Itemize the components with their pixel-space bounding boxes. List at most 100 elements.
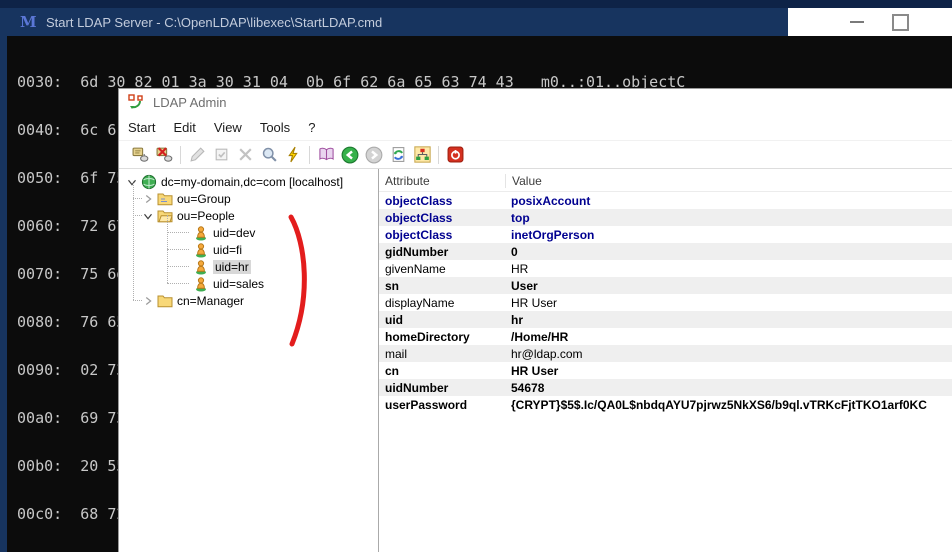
column-header-attribute[interactable]: Attribute: [379, 174, 505, 188]
attribute-cell: gidNumber: [385, 244, 449, 259]
menu-edit[interactable]: Edit: [164, 120, 204, 135]
tree-item-uid-fi[interactable]: uid=fi: [119, 241, 378, 258]
tree-item-label: uid=sales: [213, 276, 265, 291]
globe-icon: [141, 174, 157, 189]
table-row[interactable]: objectClass inetOrgPerson: [379, 226, 952, 243]
value-cell: hr@ldap.com: [511, 346, 583, 361]
attribute-cell: objectClass: [385, 193, 453, 208]
connect-icon[interactable]: [128, 144, 152, 166]
search-icon[interactable]: [257, 144, 281, 166]
chevron-down-icon[interactable]: [125, 175, 139, 189]
value-cell: HR User: [511, 295, 558, 310]
menu-start[interactable]: Start: [119, 120, 164, 135]
chevron-right-icon[interactable]: [141, 192, 155, 206]
toolbar-separator: [438, 145, 439, 164]
console-titlebar[interactable]: M Start LDAP Server - C:\OpenLDAP\libexe…: [0, 8, 952, 36]
tree-item-label: dc=my-domain,dc=com [localhost]: [161, 174, 344, 189]
console-title: Start LDAP Server - C:\OpenLDAP\libexec\…: [46, 14, 383, 30]
table-row[interactable]: homeDirectory /Home/HR: [379, 328, 952, 345]
tree-item-people[interactable]: ou=People: [119, 207, 378, 224]
exit-icon[interactable]: [443, 144, 467, 166]
user-icon: [196, 242, 206, 257]
tree-item-label: uid=fi: [213, 242, 243, 257]
user-icon: [196, 259, 206, 274]
go-forward-icon[interactable]: [362, 144, 386, 166]
value-cell: /Home/HR: [511, 329, 569, 344]
console-window-edge: [0, 0, 952, 8]
main-content: dc=my-domain,dc=com [localhost] ou=Group: [119, 169, 952, 552]
tree-connector: [167, 232, 189, 233]
attribute-cell: cn: [385, 363, 400, 378]
value-cell: top: [511, 210, 530, 225]
table-row[interactable]: uid hr: [379, 311, 952, 328]
tree-connector: [133, 198, 142, 199]
table-row[interactable]: gidNumber 0: [379, 243, 952, 260]
ldap-admin-titlebar[interactable]: LDAP Admin: [119, 89, 952, 115]
user-icon: [196, 276, 206, 291]
minimize-button[interactable]: [850, 21, 864, 23]
go-back-icon[interactable]: [338, 144, 362, 166]
openldap-icon: M: [20, 13, 37, 31]
console-window-edge-left: [0, 36, 7, 552]
toolbar-separator: [180, 145, 181, 164]
table-row[interactable]: uidNumber 54678: [379, 379, 952, 396]
table-row[interactable]: userPassword {CRYPT}$5$.Ic/QA0L$nbdqAYU7…: [379, 396, 952, 413]
maximize-button[interactable]: [892, 13, 909, 31]
attribute-cell: userPassword: [385, 397, 468, 412]
table-row[interactable]: cn HR User: [379, 362, 952, 379]
chevron-right-icon[interactable]: [141, 294, 155, 308]
tree-item-uid-sales[interactable]: uid=sales: [119, 275, 378, 292]
value-cell: inetOrgPerson: [511, 227, 595, 242]
value-cell: HR User: [511, 363, 559, 378]
attribute-cell: homeDirectory: [385, 329, 470, 344]
value-cell: User: [511, 278, 538, 293]
directory-tree: dc=my-domain,dc=com [localhost] ou=Group: [119, 169, 379, 552]
tree-connector: [133, 300, 142, 301]
value-cell: 0: [511, 244, 518, 259]
value-cell: {CRYPT}$5$.Ic/QA0L$nbdqAYU7pjrwz5NkXS6/b…: [511, 397, 927, 412]
tree-item-label-selected: uid=hr: [213, 259, 251, 274]
ldap-admin-window: LDAP Admin Start Edit View Tools ? dc=my…: [118, 88, 952, 552]
value-cell: 54678: [511, 380, 545, 395]
tree-item-uid-dev[interactable]: uid=dev: [119, 224, 378, 241]
menu-view[interactable]: View: [205, 120, 251, 135]
attribute-cell: uidNumber: [385, 380, 449, 395]
attribute-cell: uid: [385, 312, 403, 327]
delete-icon[interactable]: [233, 144, 257, 166]
ldap-admin-app-icon: [128, 94, 143, 109]
table-row[interactable]: objectClass top: [379, 209, 952, 226]
tree-item-root[interactable]: dc=my-domain,dc=com [localhost]: [119, 173, 378, 190]
attribute-table: Attribute Value objectClass posixAccount…: [379, 169, 952, 552]
attribute-cell: displayName: [385, 295, 455, 310]
properties-icon[interactable]: [209, 144, 233, 166]
disconnect-icon[interactable]: [152, 144, 176, 166]
attribute-cell: objectClass: [385, 227, 453, 242]
quick-search-icon[interactable]: [281, 144, 305, 166]
menu-tools[interactable]: Tools: [251, 120, 299, 135]
table-row[interactable]: objectClass posixAccount: [379, 192, 952, 209]
table-row[interactable]: givenName HR: [379, 260, 952, 277]
edit-entry-icon[interactable]: [185, 144, 209, 166]
tree-view-icon[interactable]: [410, 144, 434, 166]
menu-help[interactable]: ?: [299, 120, 324, 135]
table-row[interactable]: mail hr@ldap.com: [379, 345, 952, 362]
attribute-cell: givenName: [385, 261, 446, 276]
window-title: LDAP Admin: [153, 94, 227, 110]
tree-item-uid-hr[interactable]: uid=hr: [119, 258, 378, 275]
refresh-icon[interactable]: [386, 144, 410, 166]
chevron-down-icon[interactable]: [141, 209, 155, 223]
attribute-cell: objectClass: [385, 210, 453, 225]
tree-connector: [167, 249, 189, 250]
table-row[interactable]: sn User: [379, 277, 952, 294]
column-header-value[interactable]: Value: [505, 174, 952, 188]
schema-book-icon[interactable]: [314, 144, 338, 166]
desktop: M Start LDAP Server - C:\OpenLDAP\libexe…: [0, 0, 952, 552]
table-header: Attribute Value: [379, 171, 952, 192]
tree-item-manager[interactable]: cn=Manager: [119, 292, 378, 309]
user-icon: [196, 225, 206, 240]
tree-item-group[interactable]: ou=Group: [119, 190, 378, 207]
value-cell: hr: [511, 312, 523, 327]
table-row[interactable]: displayName HR User: [379, 294, 952, 311]
tree-connector: [133, 215, 142, 216]
menubar: Start Edit View Tools ?: [119, 115, 952, 141]
